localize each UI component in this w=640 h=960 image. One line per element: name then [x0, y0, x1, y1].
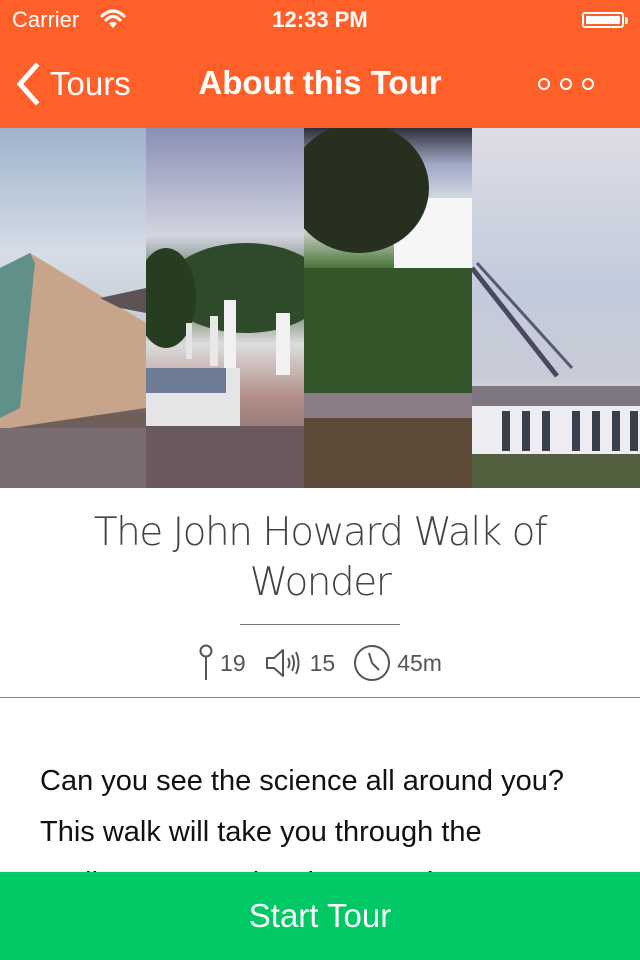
stop-count: 19	[198, 644, 246, 682]
stop-count-value: 19	[220, 649, 246, 676]
start-tour-button[interactable]: Start Tour	[0, 872, 640, 960]
more-options-button[interactable]	[538, 74, 594, 94]
status-bar: Carrier 12:33 PM	[0, 0, 640, 40]
back-button[interactable]: Tours	[14, 62, 131, 106]
more-options-icon	[560, 78, 572, 90]
tour-title: The John Howard Walk of Wonder	[93, 510, 548, 605]
battery-tip	[625, 17, 628, 24]
header: Carrier 12:33 PM Tours About this Tour	[0, 0, 640, 128]
hero-photo-4	[472, 128, 640, 488]
battery-icon	[582, 12, 624, 28]
duration-value: 45m	[397, 649, 442, 676]
back-button-label: Tours	[50, 65, 131, 102]
section-divider	[0, 697, 640, 698]
more-options-icon	[538, 78, 550, 90]
tour-stats: 19 15 45m	[0, 641, 640, 685]
title-divider	[240, 624, 400, 625]
speaker-icon	[265, 649, 300, 677]
navigation-bar: Tours About this Tour	[0, 40, 640, 128]
duration: 45m	[353, 644, 442, 682]
hero-photo-1	[0, 128, 146, 488]
map-pin-icon	[199, 644, 213, 680]
audio-count: 15	[264, 646, 336, 680]
hero-photo-3	[304, 128, 472, 488]
chevron-left-icon	[16, 62, 40, 106]
hero-photo-strip	[0, 128, 640, 488]
clock-time: 12:33 PM	[272, 7, 368, 32]
clock-icon	[354, 645, 391, 681]
tour-title-block: The John Howard Walk of Wonder	[0, 508, 640, 608]
audio-count-value: 15	[309, 649, 336, 676]
more-options-icon	[582, 78, 594, 90]
hero-photo-2	[146, 128, 304, 488]
